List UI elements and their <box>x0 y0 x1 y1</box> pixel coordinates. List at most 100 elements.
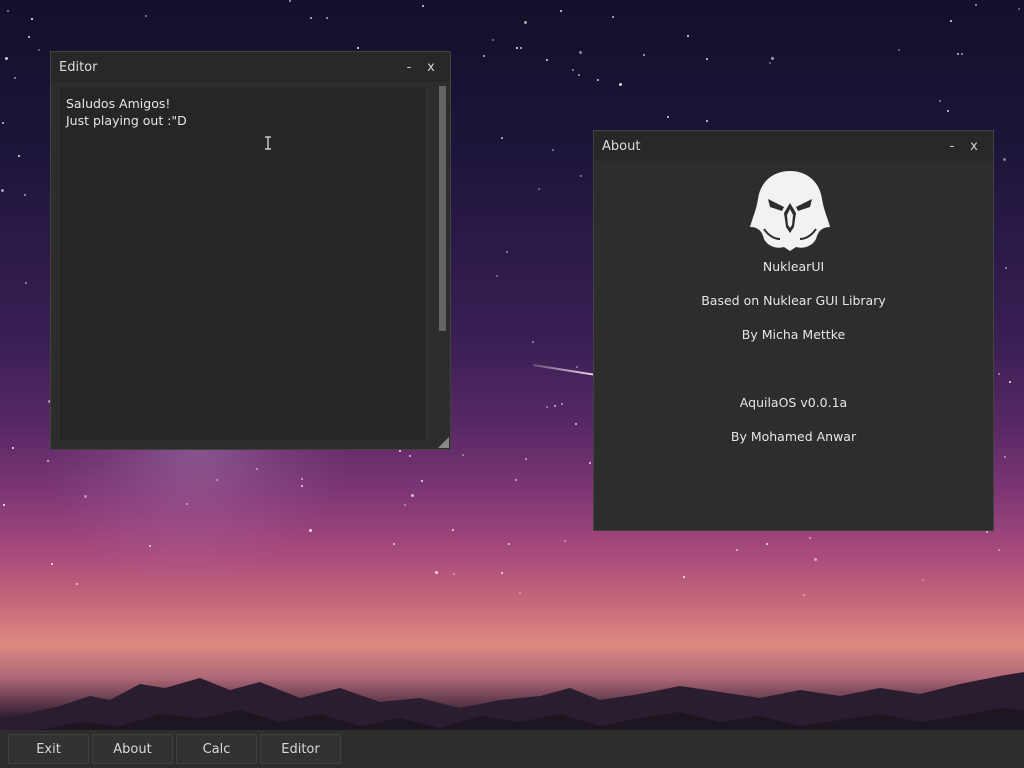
vertical-scrollbar[interactable] <box>437 86 448 440</box>
star <box>1003 158 1006 161</box>
editor-window[interactable]: Editor - x Saludos Amigos! Just playing … <box>50 51 451 450</box>
star <box>572 69 574 71</box>
star <box>766 543 768 545</box>
editor-button[interactable]: Editor <box>260 734 341 764</box>
about-window[interactable]: About - x NuklearUI Based on Nuklear GUI… <box>593 130 994 531</box>
text-cursor-icon <box>265 136 271 150</box>
star <box>310 17 312 19</box>
star <box>564 540 566 542</box>
star <box>998 373 1000 375</box>
close-button[interactable]: x <box>963 139 985 154</box>
editor-titlebar[interactable]: Editor - x <box>51 52 450 82</box>
exit-button[interactable]: Exit <box>8 734 89 764</box>
star <box>619 83 622 86</box>
star <box>687 35 689 37</box>
star <box>986 531 988 533</box>
star <box>736 549 738 551</box>
star <box>28 36 30 38</box>
about-title: About <box>602 138 641 154</box>
star <box>589 462 591 464</box>
star <box>2 122 4 124</box>
star <box>532 341 534 343</box>
star <box>508 543 510 545</box>
star <box>1005 267 1007 269</box>
star <box>18 155 20 157</box>
star <box>612 16 614 18</box>
about-button[interactable]: About <box>92 734 173 764</box>
star <box>922 579 924 581</box>
taskbar: Exit About Calc Editor <box>0 730 1024 768</box>
app-name: NuklearUI <box>762 259 825 274</box>
star <box>409 455 411 457</box>
star <box>483 55 485 57</box>
star <box>561 403 563 405</box>
star <box>14 77 16 79</box>
minimize-button[interactable]: - <box>941 139 963 154</box>
star <box>357 47 359 49</box>
star <box>667 116 669 118</box>
star <box>404 504 406 506</box>
editor-text-area[interactable]: Saludos Amigos! Just playing out :"D <box>60 88 428 440</box>
star <box>520 47 522 49</box>
star <box>3 504 5 506</box>
author-text: By Micha Mettke <box>741 327 846 342</box>
star <box>552 149 554 151</box>
star <box>580 175 582 177</box>
star <box>519 592 521 594</box>
star <box>560 10 562 12</box>
star <box>149 545 151 547</box>
star <box>24 194 26 196</box>
eagle-logo-icon <box>750 171 830 251</box>
star <box>578 74 580 76</box>
star <box>309 529 312 532</box>
star <box>1004 456 1006 458</box>
star <box>524 21 527 24</box>
star <box>326 17 328 19</box>
star <box>76 583 78 585</box>
star <box>216 479 218 481</box>
star <box>256 468 258 470</box>
star <box>38 49 40 51</box>
star <box>289 0 291 2</box>
star <box>51 563 53 565</box>
star <box>301 485 303 487</box>
calc-button[interactable]: Calc <box>176 734 257 764</box>
star <box>769 62 771 64</box>
star <box>576 366 578 368</box>
resize-grip-icon[interactable] <box>438 437 449 448</box>
os-author-text: By Mohamed Anwar <box>730 429 857 444</box>
about-titlebar[interactable]: About - x <box>594 131 993 161</box>
star <box>771 57 774 60</box>
star <box>706 58 708 60</box>
star <box>579 51 582 54</box>
star <box>975 4 977 6</box>
star <box>25 282 27 284</box>
star <box>939 100 941 102</box>
star <box>898 49 900 51</box>
star <box>393 543 395 545</box>
star <box>12 447 14 449</box>
star <box>1 189 4 192</box>
star <box>411 494 414 497</box>
close-button[interactable]: x <box>420 60 442 75</box>
star <box>421 480 423 482</box>
star <box>814 558 817 561</box>
star <box>515 479 517 481</box>
star <box>538 188 540 190</box>
minimize-button[interactable]: - <box>398 60 420 75</box>
editor-title: Editor <box>59 59 98 75</box>
star <box>525 458 527 460</box>
star <box>399 450 401 452</box>
star <box>554 405 556 407</box>
star <box>803 594 805 596</box>
star <box>435 571 438 574</box>
star <box>998 549 1000 551</box>
star <box>957 53 959 55</box>
star <box>5 57 8 60</box>
star <box>7 10 9 12</box>
scrollbar-thumb[interactable] <box>439 86 446 331</box>
star <box>809 537 811 539</box>
editor-content: Saludos Amigos! Just playing out :"D <box>66 96 187 128</box>
star <box>452 529 454 531</box>
os-version-text: AquilaOS v0.0.1a <box>739 395 848 410</box>
